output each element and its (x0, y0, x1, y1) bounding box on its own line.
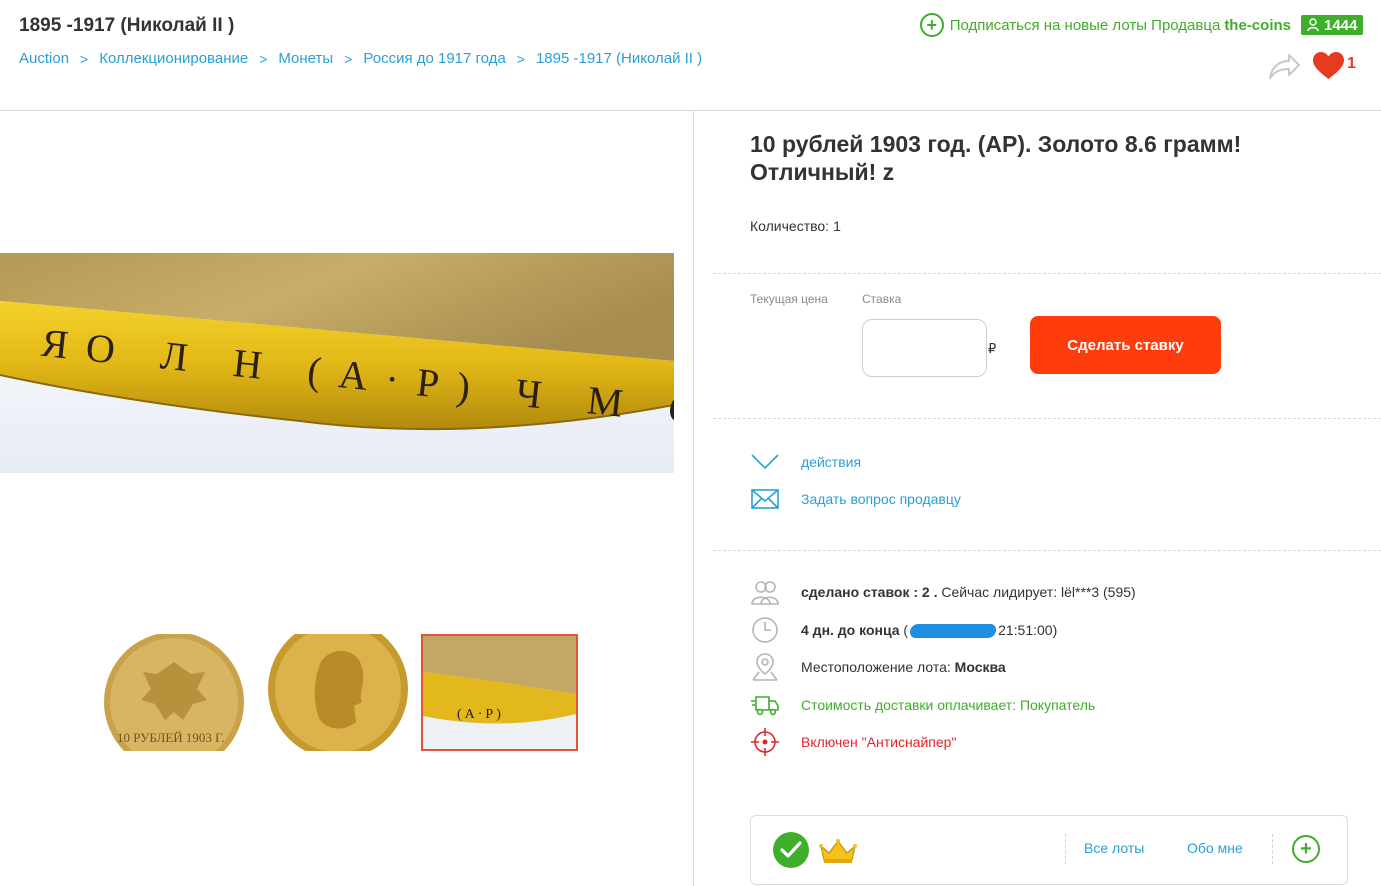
breadcrumb-nicholas-ii[interactable]: 1895 -1917 (Николай II ) (536, 50, 702, 67)
coin-reverse-thumbnail: 10 РУБЛЕЙ 1903 Г. (95, 634, 252, 751)
divider (713, 418, 1381, 419)
page-header: 1895 -1917 (Николай II ) Auction > Колле… (0, 0, 1381, 111)
breadcrumb-auction[interactable]: Auction (19, 50, 69, 67)
map-pin-icon (750, 652, 780, 682)
user-icon (1307, 18, 1319, 32)
column-divider (693, 111, 694, 886)
place-bid-button[interactable]: Сделать ставку (1030, 316, 1221, 374)
ask-seller-link[interactable]: Задать вопрос продавцу (750, 487, 961, 511)
seller-card: Все лоты Обо мне + (750, 815, 1348, 885)
crosshair-icon (750, 727, 780, 757)
users-icon (750, 577, 780, 607)
plus-circle-icon: + (919, 13, 944, 37)
location-value: Москва (954, 659, 1006, 675)
divider (713, 273, 1381, 274)
quantity-label: Количество: (750, 218, 830, 234)
lot-title: 10 рублей 1903 год. (АР). Золото 8.6 гра… (750, 131, 1242, 185)
about-seller-link[interactable]: Обо мне (1187, 840, 1243, 856)
divider (713, 550, 1381, 551)
envelope-icon (750, 487, 780, 511)
coin-edge-image: ЯО Л Н (А·Р) Ч М С Т (0, 253, 674, 473)
truck-icon (750, 690, 780, 720)
bids-leader: Сейчас лидирует: lёl***3 (595) (941, 584, 1136, 600)
location-label: Местоположение лота: (801, 659, 951, 675)
favorites-count: 1 (1347, 55, 1356, 72)
thumbnail-caption: (А·Р) (457, 707, 504, 722)
currency-symbol: ₽ (988, 341, 997, 356)
heart-icon[interactable] (1313, 52, 1344, 80)
thumbnail-edge[interactable]: (А·Р) (421, 634, 578, 751)
time-left-info: 4 дн. до конца (21:51:00) (750, 615, 1057, 645)
antisniper-text: Включен "Антиснайпер" (801, 734, 957, 750)
actions-label: действия (801, 454, 862, 470)
page-title: 1895 -1917 (Николай II ) (19, 15, 235, 36)
delivery-text: Стоимость доставки оплачивает: Покупател… (801, 697, 1096, 713)
end-time-prefix: ( (903, 622, 909, 638)
subscribe-seller-link[interactable]: + Подписаться на новые лоты Продавца the… (919, 13, 1291, 37)
bids-info: сделано ставок : 2 . Сейчас лидирует: lё… (750, 577, 1136, 607)
time-left: 4 дн. до конца (801, 622, 900, 638)
seller-name[interactable]: the-coins (1224, 17, 1291, 34)
subscribe-text: Подписаться на новые лоты Продавца (949, 16, 1221, 34)
bid-label: Ставка (862, 292, 902, 306)
coin-edge-thumbnail: (А·Р) (423, 636, 576, 749)
redacted-date-mark (908, 624, 998, 638)
thumbnail-caption: 10 РУБЛЕЙ 1903 Г. (117, 730, 224, 745)
verified-check-icon (773, 832, 809, 868)
breadcrumb-collecting[interactable]: Коллекционирование (99, 50, 248, 67)
breadcrumb-separator: > (259, 50, 268, 67)
breadcrumb-separator: > (80, 50, 89, 67)
all-lots-link[interactable]: Все лоты (1084, 840, 1144, 856)
ask-seller-label: Задать вопрос продавцу (801, 491, 961, 507)
end-time-suffix: 21:51:00) (998, 622, 1058, 638)
current-price-label: Текущая цена (750, 292, 828, 306)
seller-rating-value: 1444 (1324, 16, 1358, 34)
breadcrumb-separator: > (344, 50, 353, 67)
card-separator (1272, 834, 1273, 864)
delivery-info: Стоимость доставки оплачивает: Покупател… (750, 690, 1095, 720)
clock-icon (750, 615, 780, 645)
share-icon[interactable] (1267, 52, 1301, 80)
main-photo[interactable]: ЯО Л Н (А·Р) Ч М С Т (0, 253, 674, 473)
chevron-down-icon (750, 450, 780, 474)
thumbnail-obverse[interactable] (258, 634, 415, 751)
antisniper-info: Включен "Антиснайпер" (750, 727, 956, 757)
bids-count: сделано ставок : 2 . (801, 584, 938, 600)
breadcrumb: Auction > Коллекционирование > Монеты > … (19, 50, 702, 67)
actions-dropdown[interactable]: действия (750, 450, 861, 474)
coin-obverse-thumbnail (258, 634, 415, 751)
quantity: Количество: 1 (750, 218, 841, 234)
subscribe-plus-button[interactable]: + (1292, 835, 1320, 863)
card-separator (1065, 834, 1066, 864)
location-info: Местоположение лота: Москва (750, 652, 1006, 682)
seller-rating-badge[interactable]: 1444 (1301, 15, 1364, 35)
bid-input[interactable] (862, 319, 987, 377)
breadcrumb-coins[interactable]: Монеты (278, 50, 333, 67)
breadcrumb-russia-pre-1917[interactable]: Россия до 1917 года (363, 50, 505, 67)
crown-icon (819, 839, 857, 863)
thumbnail-reverse[interactable]: 10 РУБЛЕЙ 1903 Г. (95, 634, 252, 751)
quantity-value: 1 (833, 218, 841, 234)
breadcrumb-separator: > (516, 50, 525, 67)
